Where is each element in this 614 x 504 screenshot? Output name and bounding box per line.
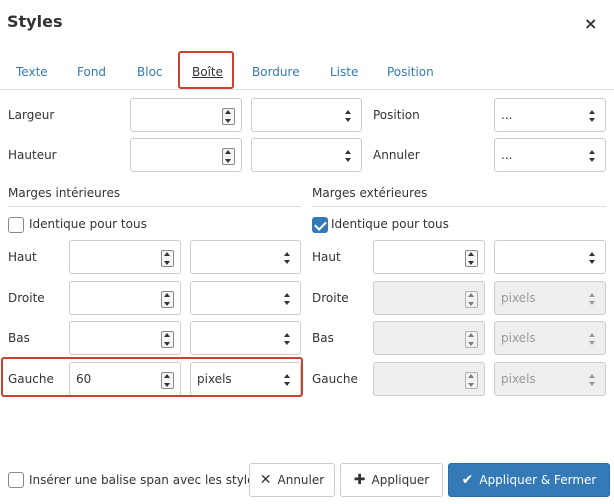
margin-same-checkbox[interactable] xyxy=(312,217,328,233)
cancel-button[interactable]: ✕ Annuler xyxy=(249,463,335,497)
margin-bas-unit-value: pixels xyxy=(501,331,536,345)
margin-gauche-unit-select: pixels xyxy=(494,362,606,396)
annuler-select-value: ... xyxy=(501,148,513,162)
position-select[interactable]: ... xyxy=(494,98,606,132)
largeur-input[interactable] xyxy=(130,98,242,132)
margin-gauche-unit-value: pixels xyxy=(501,372,536,386)
apply-button-label: Appliquer xyxy=(371,473,430,487)
spinner-icon[interactable] xyxy=(222,148,235,165)
select-arrows-icon xyxy=(589,252,596,264)
spinner-icon xyxy=(465,331,478,348)
cancel-button-label: Annuler xyxy=(277,473,325,487)
padding-haut-unit-select[interactable] xyxy=(190,240,301,274)
close-icon[interactable]: × xyxy=(584,14,597,33)
select-arrows-icon xyxy=(589,150,596,162)
span-label: Insérer une balise span avec les styles xyxy=(29,473,261,487)
padding-bas-label: Bas xyxy=(8,331,30,345)
margin-divider xyxy=(312,206,606,207)
padding-divider xyxy=(8,206,301,207)
close-icon: ✕ xyxy=(259,472,272,488)
margin-bas-label: Bas xyxy=(312,331,334,345)
margin-gauche-label: Gauche xyxy=(312,372,358,386)
select-arrows-icon xyxy=(284,293,291,305)
select-arrows-icon xyxy=(345,110,352,122)
spinner-icon xyxy=(465,291,478,308)
active-tab-highlight xyxy=(178,51,234,89)
tab-liste[interactable]: Liste xyxy=(330,65,358,79)
margin-section-title: Marges extérieures xyxy=(312,186,428,200)
select-arrows-icon xyxy=(284,333,291,345)
spinner-icon xyxy=(465,372,478,389)
hauteur-unit-select[interactable] xyxy=(251,138,362,172)
padding-same-checkbox[interactable] xyxy=(8,217,24,233)
select-arrows-icon xyxy=(589,293,596,305)
annuler-label: Annuler xyxy=(373,148,420,162)
padding-droite-input[interactable] xyxy=(69,281,181,315)
spinner-icon[interactable] xyxy=(465,250,478,267)
dialog-title: Styles xyxy=(7,12,63,31)
select-arrows-icon xyxy=(589,110,596,122)
margin-droite-unit-select: pixels xyxy=(494,281,606,315)
hauteur-input[interactable] xyxy=(130,138,242,172)
spinner-icon[interactable] xyxy=(161,331,174,348)
margin-haut-unit-select[interactable] xyxy=(494,240,606,274)
select-arrows-icon xyxy=(589,333,596,345)
tab-bordure[interactable]: Bordure xyxy=(252,65,300,79)
padding-bas-unit-select[interactable] xyxy=(190,321,301,355)
padding-section-title: Marges intérieures xyxy=(8,186,121,200)
hauteur-label: Hauteur xyxy=(8,148,57,162)
apply-button[interactable]: ✚ Appliquer xyxy=(340,463,443,497)
padding-droite-label: Droite xyxy=(8,291,45,305)
apply-close-button-label: Appliquer & Fermer xyxy=(479,473,597,487)
tab-fond[interactable]: Fond xyxy=(77,65,106,79)
margin-gauche-input xyxy=(373,362,485,396)
check-icon: ✔ xyxy=(461,472,474,488)
padding-bas-input[interactable] xyxy=(69,321,181,355)
margin-droite-label: Droite xyxy=(312,291,349,305)
select-arrows-icon xyxy=(345,150,352,162)
plus-icon: ✚ xyxy=(353,472,366,488)
select-arrows-icon xyxy=(284,252,291,264)
margin-haut-input[interactable] xyxy=(373,240,485,274)
margin-droite-input xyxy=(373,281,485,315)
margin-bas-unit-select: pixels xyxy=(494,321,606,355)
tab-divider xyxy=(0,89,614,90)
annuler-select[interactable]: ... xyxy=(494,138,606,172)
select-arrows-icon xyxy=(589,374,596,386)
span-checkbox[interactable] xyxy=(8,472,24,488)
padding-haut-input[interactable] xyxy=(69,240,181,274)
spinner-icon[interactable] xyxy=(222,108,235,125)
padding-haut-label: Haut xyxy=(8,250,37,264)
tab-texte[interactable]: Texte xyxy=(16,65,48,79)
largeur-label: Largeur xyxy=(8,108,55,122)
padding-droite-unit-select[interactable] xyxy=(190,281,301,315)
position-label: Position xyxy=(373,108,420,122)
padding-same-label: Identique pour tous xyxy=(29,217,147,231)
margin-droite-unit-value: pixels xyxy=(501,291,536,305)
apply-close-button[interactable]: ✔ Appliquer & Fermer xyxy=(448,463,610,497)
tab-position[interactable]: Position xyxy=(387,65,434,79)
margin-haut-label: Haut xyxy=(312,250,341,264)
spinner-icon[interactable] xyxy=(161,291,174,308)
spinner-icon[interactable] xyxy=(161,250,174,267)
margin-same-label: Identique pour tous xyxy=(331,217,449,231)
gauche-row-highlight xyxy=(1,357,303,397)
position-select-value: ... xyxy=(501,108,513,122)
margin-bas-input xyxy=(373,321,485,355)
largeur-unit-select[interactable] xyxy=(251,98,362,132)
tab-bloc[interactable]: Bloc xyxy=(137,65,163,79)
